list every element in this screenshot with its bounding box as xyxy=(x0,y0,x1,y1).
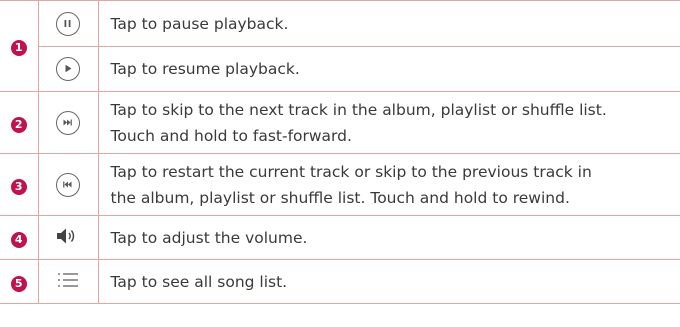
skip-previous-icon xyxy=(56,172,80,197)
text-line: Tap to skip to the next track in the alb… xyxy=(110,100,607,119)
icon-cell xyxy=(37,0,98,47)
description-skip-previous: Tap to restart the current track or skip… xyxy=(97,153,680,216)
number-badge-4: 4 xyxy=(10,231,27,248)
description-pause: Tap to pause playback. xyxy=(97,0,680,47)
icon-cell xyxy=(37,46,98,92)
row-number-cell: 3 xyxy=(0,153,38,216)
number-badge-2: 2 xyxy=(10,116,27,133)
icon-cell xyxy=(37,91,98,154)
table-row: 4 Tap to adjust the volume. xyxy=(0,215,680,260)
table-row: 5 Tap to see all song list. xyxy=(0,259,680,304)
row-number-cell: 5 xyxy=(0,259,38,304)
row-number-cell: 1 xyxy=(0,0,38,92)
row-number-cell: 2 xyxy=(0,91,38,154)
description-volume: Tap to adjust the volume. xyxy=(97,215,680,260)
table-row: 2 Tap to skip to the next track in the a… xyxy=(0,91,680,154)
description-song-list: Tap to see all song list. xyxy=(97,259,680,304)
icon-cell xyxy=(37,259,98,304)
description-play: Tap to resume playback. xyxy=(97,46,680,92)
icon-cell xyxy=(37,215,98,260)
text-line: the album, playlist or shuffle list. Tou… xyxy=(110,188,570,207)
volume-icon xyxy=(55,226,81,250)
table-row: 3 Tap to restart the current track or sk… xyxy=(0,153,680,216)
number-badge-5: 5 xyxy=(10,275,27,292)
row-number-cell: 4 xyxy=(0,215,38,260)
play-icon xyxy=(56,57,80,81)
controls-table: 1 Tap to pause playback. Tap to resume p… xyxy=(0,0,680,304)
song-list-icon xyxy=(56,271,80,293)
text-line: Tap to restart the current track or skip… xyxy=(110,162,592,181)
table-row: Tap to resume playback. xyxy=(0,46,680,92)
icon-cell xyxy=(37,153,98,216)
skip-next-icon xyxy=(56,110,80,135)
number-badge-1: 1 xyxy=(10,40,27,56)
pause-icon xyxy=(56,11,80,36)
description-skip-next: Tap to skip to the next track in the alb… xyxy=(97,91,680,154)
text-line: Touch and hold to fast-forward. xyxy=(110,126,352,145)
number-badge-3: 3 xyxy=(10,178,27,195)
table-row: 1 Tap to pause playback. xyxy=(0,0,680,92)
player-controls-legend: 1 Tap to pause playback. Tap to resume p… xyxy=(0,0,680,327)
